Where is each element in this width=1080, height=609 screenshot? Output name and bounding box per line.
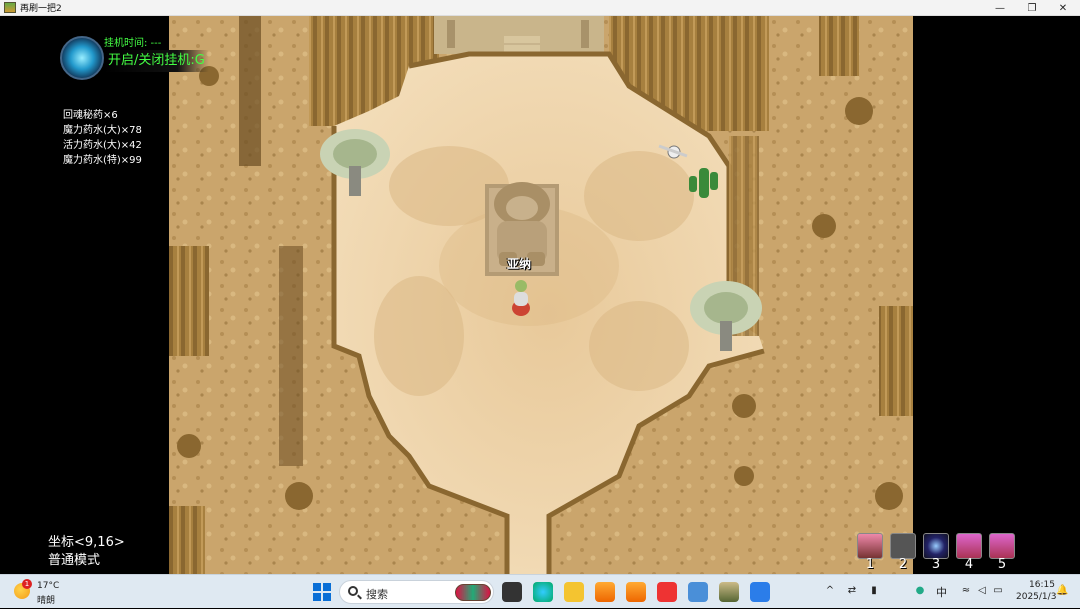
pink-spirit-icon[interactable] [989,533,1015,559]
search-icon [348,586,358,596]
speaker-icon[interactable]: ◁ [976,585,988,597]
afk-toggle-button[interactable]: 开启/关闭挂机:G [104,50,209,72]
chevron-up-icon[interactable]: ^ [824,585,836,597]
blue-orb-icon[interactable] [923,533,949,559]
clock-date[interactable]: 2025/1/3 [1016,592,1056,602]
ime-indicator[interactable]: 中 [936,584,947,600]
skill-key-label: 2 [898,557,908,572]
windows-taskbar: 1 17°C 晴朗 搜索 ^ ⇄ ▮ ● 中 ≈ ◁ ▭ 16:15 2025/… [0,574,1080,608]
edge-icon[interactable] [533,582,553,602]
potion-item: 回魂秘药×6 [63,110,118,121]
restore-icon[interactable]: ❐ [1015,0,1049,16]
window-titlebar[interactable]: 再刷一把2 — ❐ ✕ [0,0,1080,16]
pink-spirit-icon[interactable] [956,533,982,559]
wps-icon[interactable] [657,582,677,602]
coords-label: 坐标<9,16> [48,535,125,550]
close-icon[interactable]: ✕ [1046,0,1080,16]
battery-icon[interactable]: ▭ [992,585,1004,597]
game-viewport[interactable]: 亚纳 挂机时间: --- 开启/关闭挂机:G 回魂秘药×6 魔力药水(大)×78… [0,16,1080,574]
game-icon[interactable] [719,582,739,602]
game-hud: 挂机时间: --- 开启/关闭挂机:G 回魂秘药×6 魔力药水(大)×78 活力… [0,16,1080,574]
potion-item: 活力药水(大)×42 [63,140,142,151]
system-tray: ^ ⇄ ▮ ● 中 ≈ ◁ ▭ 16:15 2025/1/3 🔔 [820,575,1080,609]
bell-icon[interactable]: 🔔 [1056,585,1068,597]
weather-badge: 1 [22,579,32,589]
wifi-icon[interactable]: ≈ [960,585,972,597]
flame-app-icon[interactable] [595,582,615,602]
skill-key-label: 4 [964,557,974,572]
search-highlight-icon [455,584,491,601]
window-title: 再刷一把2 [20,4,62,14]
skill-key-label: 3 [931,557,941,572]
flame-app-icon[interactable] [626,582,646,602]
clock-time[interactable]: 16:15 [1029,580,1055,590]
media-icon[interactable]: ▮ [868,585,880,597]
afk-time-label: 挂机时间: --- [104,38,162,49]
afk-panel: 挂机时间: --- 开启/关闭挂机:G [60,36,220,80]
skill-key-label: 1 [865,557,875,572]
warrior-portrait-icon[interactable] [857,533,883,559]
weather-temp[interactable]: 17°C [37,581,59,591]
mode-label: 普通模式 [48,553,101,568]
weather-desc[interactable]: 晴朗 [37,593,55,606]
folder-icon[interactable] [564,582,584,602]
minimize-icon[interactable]: — [983,0,1017,16]
file-explorer-icon[interactable] [502,582,522,602]
search-placeholder: 搜索 [366,588,388,601]
shield-icon[interactable]: ● [914,585,926,597]
game-window: 再刷一把2 — ❐ ✕ 亚纳 挂机时间: --- 开启/关闭挂机:G 回魂秘药×… [0,0,1080,608]
potion-list: 回魂秘药×6 魔力药水(大)×78 活力药水(大)×42 魔力药水(特)×99 [63,108,142,168]
potion-item: 魔力药水(大)×78 [63,125,142,136]
windows-start-icon[interactable] [313,583,331,601]
arrows-icon[interactable]: ⇄ [846,585,858,597]
empty-slot-icon[interactable] [890,533,916,559]
skill-bar: 1 2 3 4 5 [857,533,1017,573]
afk-orb-icon[interactable] [60,36,104,80]
phone-link-icon[interactable] [750,582,770,602]
coords-panel: 坐标<9,16> 普通模式 [48,534,125,570]
app-icon [4,2,16,13]
store-icon[interactable] [688,582,708,602]
search-box[interactable]: 搜索 [339,580,494,604]
potion-item: 魔力药水(特)×99 [63,155,142,166]
skill-key-label: 5 [997,557,1007,572]
